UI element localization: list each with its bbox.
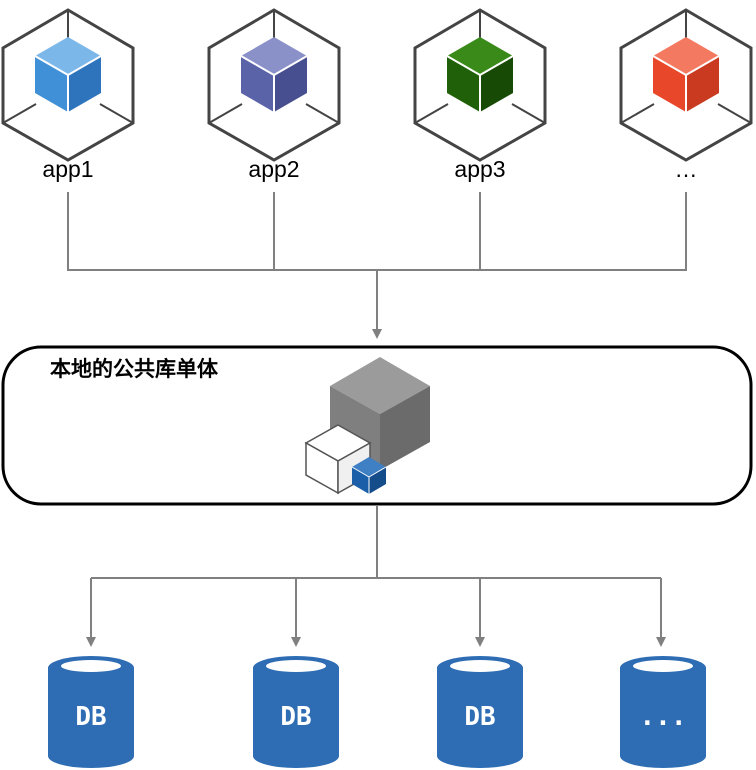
library-title: 本地的公共库单体 [50, 357, 218, 381]
db-label-3: DB [464, 702, 496, 732]
app-label-3: app3 [454, 156, 506, 182]
app-icon-2 [207, 8, 341, 162]
db-label-1: DB [75, 702, 107, 732]
app-label-4: … [674, 156, 698, 182]
app-icon-3 [413, 8, 547, 162]
app-icon-1 [1, 8, 135, 162]
app-icon-4 [619, 8, 753, 162]
db-connector [86, 506, 666, 647]
app-label-2: app2 [248, 156, 300, 182]
db-label-2: DB [280, 702, 312, 732]
apps-connector [67, 192, 687, 339]
app-label-1: app1 [42, 156, 94, 182]
db-label-4: ... [639, 702, 687, 732]
